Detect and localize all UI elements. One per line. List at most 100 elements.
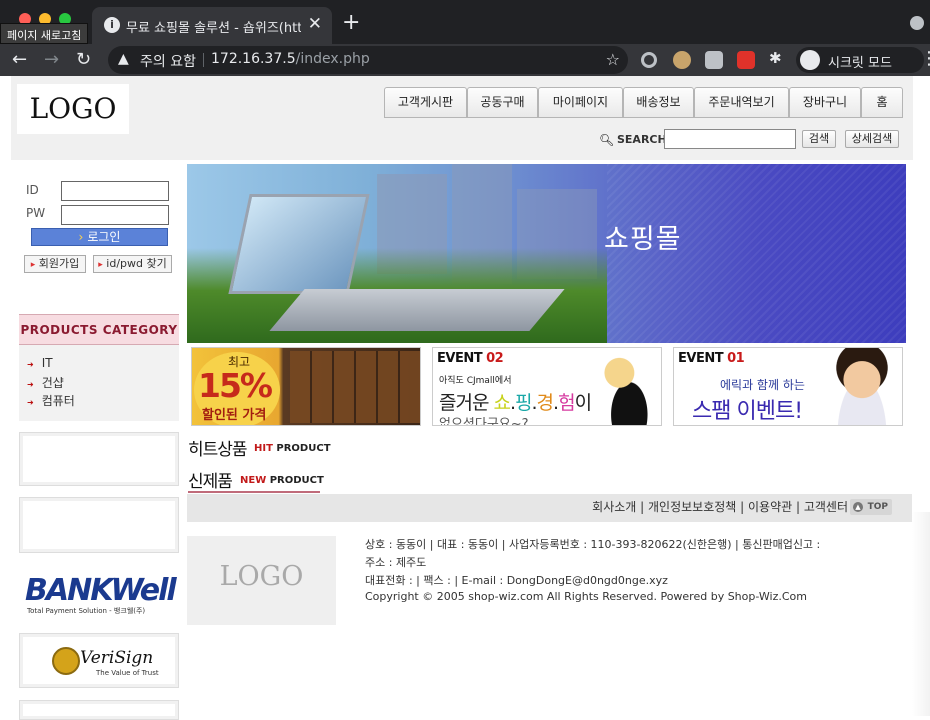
cookie-extension-icon[interactable] (673, 51, 691, 69)
find-label: id/pwd 찾기 (106, 257, 167, 270)
menu-group-buy[interactable]: 공동구매 (467, 87, 538, 118)
footer-address: 주소 : 제주도 (365, 556, 427, 569)
verisign-tagline: The Value of Trust (96, 669, 159, 677)
tab-close-icon[interactable]: ✕ (308, 14, 322, 34)
headline-post: 이 (574, 392, 593, 414)
browser-tab[interactable]: i 무료 쇼핑몰 솔루션 - 숍위즈(http:// ✕ (92, 7, 332, 44)
category-list: ➜ IT ➜ 건샵 ➜ 컴퓨터 (19, 345, 179, 421)
url-path: /index.php (295, 51, 370, 67)
side-banner-empty-2[interactable] (19, 497, 179, 553)
headline-char-3: 경 (536, 392, 555, 414)
bookmark-star-icon[interactable]: ☆ (606, 50, 620, 69)
category-item-shop[interactable]: ➜ 건샵 (27, 374, 64, 391)
food-grid-image (290, 351, 420, 423)
event-number: 01 (727, 351, 745, 366)
verisign-banner[interactable]: VeriSign The Value of Trust (52, 645, 159, 679)
event-01-title: EVENT 01 (678, 351, 745, 366)
discount-bottom: 할인된 가격 (202, 408, 267, 423)
search-button[interactable]: 검색 (802, 130, 836, 148)
event-01-headline: 스팸 이벤트! (692, 399, 803, 424)
hit-sub: PRODUCT (272, 443, 331, 454)
join-button[interactable]: ▸ 회원가입 (24, 255, 86, 273)
search-input[interactable] (664, 129, 796, 149)
arrow-right-icon: ▸ (98, 260, 103, 270)
tab-search-icon[interactable] (910, 16, 924, 30)
new-sub: PRODUCT (266, 475, 324, 486)
headline-char-1: 쇼 (493, 392, 511, 414)
footer-logo: LOGO (187, 536, 336, 625)
search-label: SEARCH (617, 133, 667, 146)
incognito-icon (800, 50, 820, 70)
arrow-right-icon: › (78, 230, 84, 244)
menu-home[interactable]: 홈 (861, 87, 903, 118)
footer-links[interactable]: 회사소개 | 개인정보보호정책 | 이용약관 | 고객센터 (592, 498, 848, 515)
section-underline (188, 491, 320, 493)
warning-icon: ▲ (118, 51, 129, 67)
menu-mypage[interactable]: 마이페이지 (538, 87, 623, 118)
category-item-it[interactable]: ➜ IT (27, 356, 53, 370)
top-button[interactable]: ▲ TOP (850, 499, 892, 515)
browser-menu-icon[interactable]: ⋮ (920, 48, 930, 69)
web-page: LOGO 고객게시판 공동구매 마이페이지 배송정보 주문내역보기 장바구니 홈… (0, 76, 930, 720)
verisign-logo: VeriSign (80, 648, 154, 668)
menu-board[interactable]: 고객게시판 (384, 87, 467, 118)
main-banner[interactable]: 쇼핑몰 (187, 164, 906, 343)
category-label: IT (41, 356, 53, 370)
menu-orders[interactable]: 주문내역보기 (694, 87, 789, 118)
hit-product-title: 히트상품 (188, 440, 248, 460)
detail-search-button[interactable]: 상세검색 (845, 130, 899, 148)
top-label: TOP (867, 502, 888, 512)
login-button-label: 로그인 (87, 230, 121, 244)
extension-circle-icon[interactable] (641, 52, 657, 68)
side-banner-empty-1[interactable] (19, 432, 179, 486)
new-product-subtitle: NEW PRODUCT (240, 475, 324, 486)
search-icon: 🔍︎ (599, 133, 615, 147)
security-label[interactable]: 주의 요함 (140, 51, 196, 71)
password-input[interactable] (61, 205, 169, 225)
event-02-tail: 없으셨다구요~? (439, 417, 529, 426)
category-label: 컴퓨터 (41, 394, 75, 408)
extensions-puzzle-icon[interactable]: ✱ (769, 49, 787, 67)
hit-product-subtitle: HIT PRODUCT (254, 443, 331, 454)
site-header: LOGO 고객게시판 공동구매 마이페이지 배송정보 주문내역보기 장바구니 홈… (11, 76, 913, 160)
headline-pre: 즐거운 (439, 392, 494, 414)
id-input[interactable] (61, 181, 169, 201)
category-item-computer[interactable]: ➜ 컴퓨터 (27, 392, 75, 409)
event-01-banner[interactable]: EVENT 01 에릭과 함께 하는 스팸 이벤트! (673, 347, 903, 426)
new-tab-icon[interactable]: + (342, 10, 360, 35)
event-02-small: 아직도 CJmall에서 (439, 376, 512, 386)
browser-tabstrip: i 무료 쇼핑몰 솔루션 - 숍위즈(http:// ✕ + 페이지 새로고침 (0, 0, 930, 44)
red-extension-icon[interactable] (737, 51, 755, 69)
menu-shipping[interactable]: 배송정보 (623, 87, 694, 118)
url-host: 172.16.37.5 (211, 51, 296, 67)
headline-char-4: 험 (558, 392, 576, 414)
event-number: 02 (486, 351, 504, 366)
event-discount-banner[interactable]: 최고 15% 할인된 가격 (191, 347, 421, 426)
id-label: ID (26, 183, 39, 197)
reload-icon[interactable]: ↻ (76, 49, 91, 70)
hit-red: HIT (254, 443, 273, 454)
arrow-up-icon: ▲ (853, 502, 863, 512)
login-button[interactable]: › 로그인 (31, 228, 168, 246)
incognito-badge[interactable]: 시크릿 모드 ⋮ (796, 47, 930, 73)
event-02-banner[interactable]: EVENT 02 아직도 CJmall에서 즐거운 쇼.핑.경.험이 없으셨다구… (432, 347, 662, 426)
laptop-screen-shape (228, 194, 370, 294)
menu-cart[interactable]: 장바구니 (789, 87, 861, 118)
address-bar[interactable]: ▲ 주의 요함 172.16.37.5/index.php ☆ (108, 46, 628, 74)
verisign-seal-icon (52, 647, 80, 675)
event-02-title: EVENT 02 (437, 351, 504, 366)
pw-label: PW (26, 206, 46, 220)
back-icon[interactable]: ← (12, 49, 27, 70)
event-02-headline: 즐거운 쇼.핑.경.험이 (439, 392, 593, 414)
arrow-right-icon: ➜ (27, 380, 34, 389)
forward-icon[interactable]: → (44, 49, 59, 70)
arrow-right-icon: ➜ (27, 360, 34, 369)
camera-extension-icon[interactable] (705, 51, 723, 69)
page-edge (912, 512, 930, 716)
find-id-button[interactable]: ▸ id/pwd 찾기 (93, 255, 172, 273)
site-logo[interactable]: LOGO (17, 84, 129, 134)
side-banner-empty-3[interactable] (19, 700, 179, 720)
url-text[interactable]: 172.16.37.5/index.php (211, 51, 370, 67)
bankwell-banner[interactable]: BANKWell Total Payment Solution - 뱅크웰(주) (23, 571, 177, 621)
incognito-label: 시크릿 모드 (828, 56, 892, 71)
